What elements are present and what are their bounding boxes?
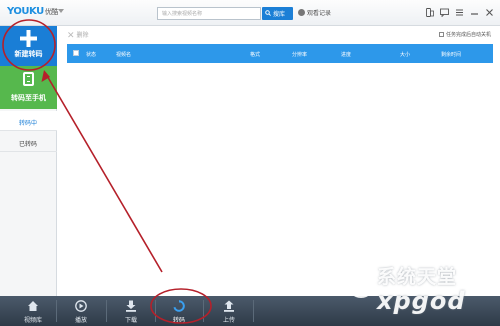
watermark-en: xpgod	[377, 287, 466, 315]
watermark-cn: 系统天堂	[377, 266, 458, 288]
watermark-logo-icon	[347, 270, 375, 298]
message-icon[interactable]	[440, 8, 449, 17]
column-header-name[interactable]: 视频名	[116, 51, 131, 58]
transcode-to-phone-button[interactable]: 转码至手机	[0, 66, 57, 109]
chevron-down-icon[interactable]	[58, 9, 64, 13]
search-placeholder: 输入搜索视频名称	[162, 11, 203, 17]
column-header-status[interactable]: 状态	[86, 51, 96, 58]
select-all-checkbox[interactable]	[73, 50, 79, 56]
delete-label: 删除	[76, 32, 89, 39]
column-header-remaining-time[interactable]: 剩余时间	[441, 51, 461, 58]
column-header-size[interactable]: 大小	[400, 51, 410, 58]
nav-play[interactable]: 播放	[58, 296, 104, 326]
divider	[253, 300, 254, 322]
play-icon	[75, 300, 87, 312]
phone-icon	[23, 72, 34, 86]
nav-transcode[interactable]: 转码	[156, 296, 202, 326]
nav-label: 下载	[124, 317, 137, 324]
window-controls	[425, 6, 494, 19]
watermark: 系统天堂 xpgod	[347, 262, 495, 322]
nav-video-library[interactable]: 视频库	[10, 296, 56, 326]
device-icon[interactable]	[425, 8, 434, 17]
sidebar: 新建转码 转码至手机 转码中 已转码	[0, 26, 57, 296]
auto-shutdown-option[interactable]: 任务完成后自动关机	[438, 31, 491, 38]
nav-label: 转码	[172, 317, 185, 324]
transcode-icon	[173, 300, 185, 312]
menu-icon[interactable]	[455, 8, 464, 17]
transcode-to-phone-label: 转码至手机	[11, 94, 46, 102]
divider	[203, 300, 204, 322]
nav-download[interactable]: 下载	[108, 296, 154, 326]
tab-transcoded[interactable]: 已转码	[0, 132, 57, 152]
column-header-resolution[interactable]: 分辨率	[292, 51, 307, 58]
auto-shutdown-checkbox[interactable]	[438, 32, 444, 37]
divider	[106, 300, 107, 322]
nav-label: 播放	[74, 317, 87, 324]
logo-cn: 优酷	[44, 8, 59, 16]
column-header-format[interactable]: 格式	[250, 51, 260, 58]
delete-button[interactable]: ✕ 删除	[67, 30, 89, 41]
divider	[56, 300, 57, 322]
download-icon	[126, 300, 136, 312]
plus-icon	[20, 30, 37, 47]
nav-label: 视频库	[23, 317, 42, 324]
task-table-header: 状态 视频名 格式 分辨率 进度 大小 剩余时间	[67, 44, 493, 63]
column-header-progress[interactable]: 进度	[341, 51, 351, 58]
auto-shutdown-label: 任务完成后自动关机	[445, 32, 491, 38]
close-icon[interactable]	[485, 8, 494, 17]
clock-icon	[298, 9, 305, 16]
home-icon	[28, 301, 38, 311]
new-transcode-button[interactable]: 新建转码	[0, 26, 57, 66]
search-input[interactable]: 输入搜索视频名称	[157, 7, 261, 20]
history-label: 观看记录	[307, 10, 332, 17]
search-button-label: 搜库	[273, 11, 286, 18]
nav-upload[interactable]: 上传	[206, 296, 252, 326]
tab-transcoding[interactable]: 转码中	[0, 111, 57, 131]
nav-label: 上传	[222, 317, 235, 324]
title-bar: YOUKU优酷 输入搜索视频名称 搜库 观看记录	[0, 0, 500, 26]
minimize-icon[interactable]	[470, 8, 479, 17]
youku-logo[interactable]: YOUKU优酷	[7, 6, 58, 17]
task-toolbar: ✕ 删除 任务完成后自动关机	[57, 26, 500, 43]
search-icon	[265, 10, 271, 16]
new-transcode-label: 新建转码	[14, 50, 43, 58]
upload-icon	[224, 300, 234, 312]
search-button[interactable]: 搜库	[262, 7, 293, 20]
history-link[interactable]: 观看记录	[298, 8, 331, 17]
logo-text: YOUKU	[7, 6, 44, 17]
close-icon: ✕	[67, 31, 75, 41]
